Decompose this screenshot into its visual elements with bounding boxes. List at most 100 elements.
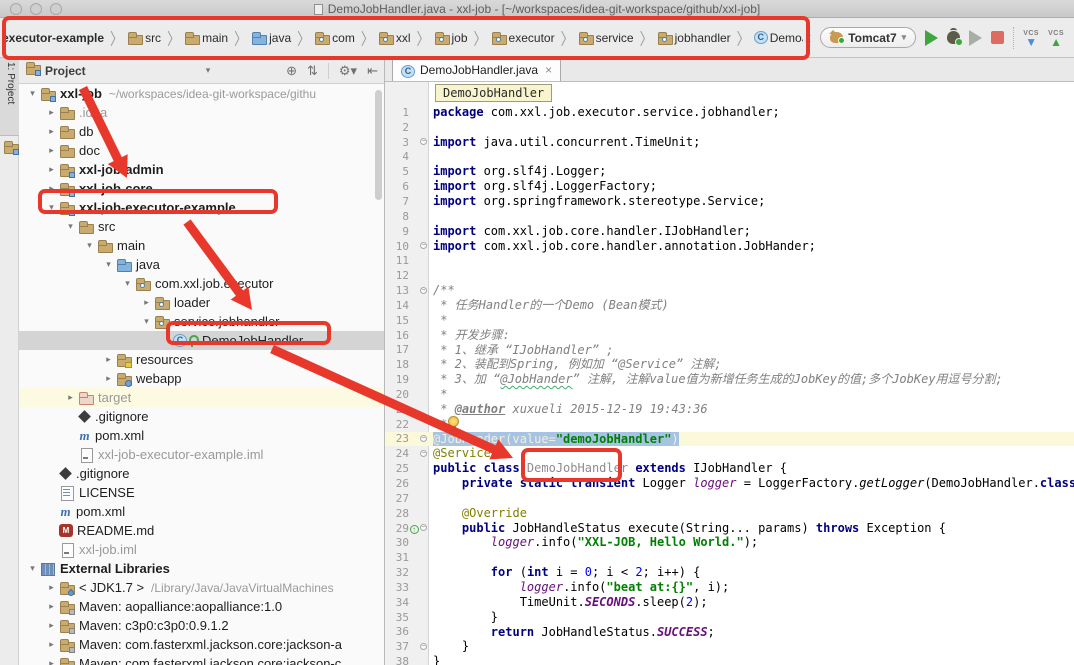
breadcrumb-item-DemoJobHandler[interactable]: CDemoJobHandler xyxy=(754,31,804,45)
code-line-7[interactable]: 7import org.springframework.stereotype.S… xyxy=(385,194,1074,209)
tree-row-README.md[interactable]: MREADME.md xyxy=(19,521,384,540)
chevron-down-icon[interactable]: ▾ xyxy=(82,240,97,251)
code-line-33[interactable]: 33 logger.info("beat at:{}", i); xyxy=(385,580,1074,595)
tree-row-xxl-job-executor-example[interactable]: ▾xxl-job-executor-example xyxy=(19,198,384,217)
code-line-15[interactable]: 15 * xyxy=(385,313,1074,328)
tree-row-xxl-job.iml[interactable]: xxl-job.iml xyxy=(19,540,384,559)
code-line-35[interactable]: 35 } xyxy=(385,610,1074,625)
tree-row-DemoJobHandler[interactable]: CDemoJobHandler xyxy=(19,331,384,350)
intention-bulb-icon[interactable] xyxy=(448,416,459,427)
chevron-right-icon[interactable]: ▸ xyxy=(101,373,116,384)
tree-row-.gitignore[interactable]: .gitignore xyxy=(19,464,384,483)
code-line-5[interactable]: 5import org.slf4j.Logger; xyxy=(385,164,1074,179)
code-line-37[interactable]: 37− } xyxy=(385,639,1074,654)
tree-row-resources[interactable]: ▸resources xyxy=(19,350,384,369)
fold-marker-icon[interactable]: − xyxy=(420,287,427,294)
fold-marker-icon[interactable]: − xyxy=(420,450,427,457)
breadcrumb-item-service[interactable]: service xyxy=(578,31,636,45)
tree-row-doc[interactable]: ▸doc xyxy=(19,141,384,160)
breadcrumb-item-java[interactable]: java xyxy=(251,31,293,45)
breadcrumb-item-xxl[interactable]: xxl xyxy=(378,31,413,45)
chevron-down-icon[interactable]: ▾ xyxy=(139,316,154,327)
tree-row-Maven: com.fasterxml.jackson.core:jackson-a[interactable]: ▸Maven: com.fasterxml.jackson.core:jacks… xyxy=(19,635,384,654)
debug-button[interactable] xyxy=(947,31,960,44)
chevron-right-icon[interactable]: ▸ xyxy=(44,601,59,612)
tree-row-com.xxl.job.executor[interactable]: ▾com.xxl.job.executor xyxy=(19,274,384,293)
vcs-commit-button[interactable]: VCS▲ xyxy=(1048,30,1064,46)
tree-row-target[interactable]: ▸target xyxy=(19,388,384,407)
tree-row-java[interactable]: ▾java xyxy=(19,255,384,274)
tree-row-src[interactable]: ▾src xyxy=(19,217,384,236)
tree-row-.idea[interactable]: ▸.idea xyxy=(19,103,384,122)
code-line-34[interactable]: 34 TimeUnit.SECONDS.sleep(2); xyxy=(385,595,1074,610)
chevron-right-icon[interactable]: ▸ xyxy=(44,107,59,118)
code-line-23[interactable]: 23−@JobHander(value="demoJobHandler") xyxy=(385,432,1074,447)
code-line-21[interactable]: 21 * @author xuxueli 2015-12-19 19:43:36 xyxy=(385,402,1074,417)
tree-row-xxl-job[interactable]: ▾xxl-job~/workspaces/idea-git-workspace/… xyxy=(19,84,384,103)
tree-row-External Libraries[interactable]: ▾External Libraries xyxy=(19,559,384,578)
vcs-update-button[interactable]: VCS▼ xyxy=(1023,30,1039,46)
collapse-all-icon[interactable]: ⇅ xyxy=(307,63,318,79)
code-line-8[interactable]: 8 xyxy=(385,209,1074,224)
code-line-6[interactable]: 6import org.slf4j.LoggerFactory; xyxy=(385,179,1074,194)
incoming-changes-indicator[interactable]: ↓ 11 xyxy=(803,29,811,46)
code-line-29[interactable]: 29↑− public JobHandleStatus execute(Stri… xyxy=(385,521,1074,536)
stop-button[interactable] xyxy=(991,31,1004,44)
project-view-chevron-icon[interactable]: ▾ xyxy=(206,65,211,76)
code-line-4[interactable]: 4 xyxy=(385,150,1074,165)
run-with-coverage-button[interactable] xyxy=(969,30,982,46)
code-area[interactable]: 1package com.xxl.job.executor.service.jo… xyxy=(385,105,1074,665)
code-line-9[interactable]: 9import com.xxl.job.core.handler.IJobHan… xyxy=(385,224,1074,239)
code-line-13[interactable]: 13−/** xyxy=(385,283,1074,298)
breadcrumb-item-executor-example[interactable]: executor-example xyxy=(0,31,106,45)
tree-row-pom.xml[interactable]: mpom.xml xyxy=(19,502,384,521)
chevron-down-icon[interactable]: ▾ xyxy=(44,202,59,213)
chevron-right-icon[interactable]: ▸ xyxy=(44,145,59,156)
chevron-right-icon[interactable]: ▸ xyxy=(44,658,59,665)
code-line-2[interactable]: 2 xyxy=(385,120,1074,135)
run-button[interactable] xyxy=(925,30,938,46)
breadcrumb-item-job[interactable]: job xyxy=(434,31,470,45)
tree-row-Maven: c3p0:c3p0:0.9.1.2[interactable]: ▸Maven: c3p0:c3p0:0.9.1.2 xyxy=(19,616,384,635)
code-line-22[interactable]: 22 */ xyxy=(385,417,1074,432)
breadcrumb-item-executor[interactable]: executor xyxy=(491,31,557,45)
tree-row-db[interactable]: ▸db xyxy=(19,122,384,141)
tree-row-Maven: com.fasterxml.jackson.core:jackson-c[interactable]: ▸Maven: com.fasterxml.jackson.core:jacks… xyxy=(19,654,384,665)
tree-row-webapp[interactable]: ▸webapp xyxy=(19,369,384,388)
code-line-10[interactable]: 10−import com.xxl.job.core.handler.annot… xyxy=(385,239,1074,254)
fold-marker-icon[interactable]: − xyxy=(420,524,427,531)
breadcrumb-item-main[interactable]: main xyxy=(184,31,230,45)
code-line-17[interactable]: 17 * 1、继承 “IJobHandler” ; xyxy=(385,343,1074,358)
fold-marker-icon[interactable]: − xyxy=(420,138,427,145)
settings-icon[interactable]: ⚙▾ xyxy=(339,63,357,79)
close-tab-icon[interactable]: × xyxy=(545,63,552,77)
chevron-down-icon[interactable]: ▾ xyxy=(101,259,116,270)
override-gutter-icon[interactable]: ↑ xyxy=(410,525,419,534)
code-line-28[interactable]: 28 @Override xyxy=(385,506,1074,521)
code-line-24[interactable]: 24−@Service xyxy=(385,446,1074,461)
chevron-right-icon[interactable]: ▸ xyxy=(139,297,154,308)
breadcrumb-item-src[interactable]: src xyxy=(127,31,163,45)
code-line-32[interactable]: 32 for (int i = 0; i < 2; i++) { xyxy=(385,565,1074,580)
code-line-31[interactable]: 31 xyxy=(385,550,1074,565)
tree-row-Maven: aopalliance:aopalliance:1.0[interactable]: ▸Maven: aopalliance:aopalliance:1.0 xyxy=(19,597,384,616)
code-line-30[interactable]: 30 logger.info("XXL-JOB, Hello World."); xyxy=(385,535,1074,550)
code-line-25[interactable]: 25public class DemoJobHandler extends IJ… xyxy=(385,461,1074,476)
code-line-18[interactable]: 18 * 2、装配到Spring, 例如加 “@Service” 注解; xyxy=(385,357,1074,372)
editor-tab[interactable]: C DemoJobHandler.java × xyxy=(392,58,561,81)
tree-row-< JDK1.7 >[interactable]: ▸< JDK1.7 >/Library/Java/JavaVirtualMach… xyxy=(19,578,384,597)
project-panel-title[interactable]: Project xyxy=(45,64,86,78)
code-line-12[interactable]: 12 xyxy=(385,268,1074,283)
chevron-down-icon[interactable]: ▾ xyxy=(120,278,135,289)
chevron-down-icon[interactable]: ▾ xyxy=(25,563,40,574)
tree-row-LICENSE[interactable]: LICENSE xyxy=(19,483,384,502)
run-configuration-select[interactable]: Tomcat7 ▾ xyxy=(820,27,916,48)
project-tool-window-button[interactable]: 1: Project xyxy=(0,58,19,136)
tree-row-.gitignore[interactable]: .gitignore xyxy=(19,407,384,426)
code-line-1[interactable]: 1package com.xxl.job.executor.service.jo… xyxy=(385,105,1074,120)
chevron-right-icon[interactable]: ▸ xyxy=(44,164,59,175)
fold-marker-icon[interactable]: − xyxy=(420,643,427,650)
chevron-right-icon[interactable]: ▸ xyxy=(44,582,59,593)
code-line-27[interactable]: 27 xyxy=(385,491,1074,506)
code-line-26[interactable]: 26 private static transient Logger logge… xyxy=(385,476,1074,491)
